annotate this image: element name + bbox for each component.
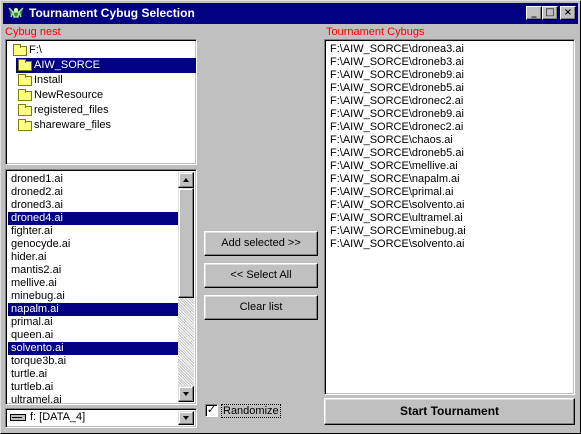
file-list-item[interactable]: torque3b.ai [8,355,178,368]
tournament-list-item[interactable]: F:\AIW_SORCE\mellive.ai [327,160,572,173]
tournament-list-item[interactable]: F:\AIW_SORCE\dronec2.ai [327,95,572,108]
file-list-item[interactable]: genocyde.ai [8,238,178,251]
scroll-thumb[interactable] [178,188,194,298]
dir-item-label: AIW_SORCE [34,59,101,71]
tournament-list-item[interactable]: F:\AIW_SORCE\droneb5.ai [327,147,572,160]
window-title: Tournament Cybug Selection [29,6,195,20]
file-list-item[interactable]: mantis2.ai [8,264,178,277]
drive-dropdown-button[interactable] [178,411,194,425]
tournament-list-item[interactable]: F:\AIW_SORCE\droneb9.ai [327,69,572,82]
folder-icon [18,119,32,131]
tournament-list-item[interactable]: F:\AIW_SORCE\solvento.ai [327,238,572,251]
tournament-list-item[interactable]: F:\AIW_SORCE\droneb9.ai [327,108,572,121]
file-list-item[interactable]: napalm.ai [8,303,178,316]
clear-list-button[interactable]: Clear list [204,295,318,320]
title-bar[interactable]: Tournament Cybug Selection _ □ × [3,3,578,24]
dropdown-arrow-icon [183,416,189,420]
tournament-list-item[interactable]: F:\AIW_SORCE\dronec2.ai [327,121,572,134]
dir-item-registered-files[interactable]: registered_files [16,103,113,118]
folder-icon [18,74,32,86]
dir-item-label: registered_files [34,104,109,116]
drive-select-value: f: [DATA_4] [30,411,86,423]
directory-list[interactable]: F:\ AIW_SORCE Install NewResource regist… [5,39,197,165]
folder-icon [18,104,32,116]
file-list-item[interactable]: turtleb.ai [8,381,178,394]
dir-item-aiw-sorce[interactable]: AIW_SORCE [16,58,196,73]
file-list-item[interactable]: droned1.ai [8,173,178,186]
tournament-list-item[interactable]: F:\AIW_SORCE\droneb3.ai [327,56,572,69]
close-button[interactable]: × [560,6,576,20]
drive-icon [10,414,26,421]
tournament-list-item[interactable]: F:\AIW_SORCE\chaos.ai [327,134,572,147]
scroll-down-arrow-icon [183,392,189,396]
drive-select[interactable]: f: [DATA_4] [5,408,197,428]
close-icon: × [563,7,573,18]
scroll-up-button[interactable] [178,172,194,188]
select-all-button[interactable]: << Select All [204,263,318,288]
tournament-list-item[interactable]: F:\AIW_SORCE\ultramel.ai [327,212,572,225]
file-list-item[interactable]: ultramel.ai [8,394,178,404]
file-list-item[interactable]: droned3.ai [8,199,178,212]
tournament-list-item[interactable]: F:\AIW_SORCE\napalm.ai [327,173,572,186]
file-list-item[interactable]: minebug.ai [8,290,178,303]
dir-item-install[interactable]: Install [16,73,67,88]
file-list-item[interactable]: primal.ai [8,316,178,329]
add-selected-button[interactable]: Add selected >> [204,231,318,256]
dir-item-newresource[interactable]: NewResource [16,88,107,103]
file-list-item[interactable]: turtle.ai [8,368,178,381]
tournament-list-item[interactable]: F:\AIW_SORCE\primal.ai [327,186,572,199]
cybug-nest-label: Cybug nest [5,26,61,38]
minimize-button[interactable]: _ [526,6,542,20]
tournament-list-item[interactable]: F:\AIW_SORCE\solvento.ai [327,199,572,212]
folder-open-icon [18,59,32,71]
cybug-app-icon [7,5,25,21]
folder-icon [18,89,32,101]
tournament-window: Tournament Cybug Selection _ □ × Cybug n… [0,0,581,434]
randomize-label[interactable]: Randomize [221,404,281,418]
file-list-item[interactable]: queen.ai [8,329,178,342]
dir-item-label: Install [34,74,63,86]
cybug-file-list[interactable]: droned1.ai droned2.ai droned3.ai droned4.ai… [5,169,197,405]
file-list-item[interactable]: hider.ai [8,251,178,264]
scroll-down-button[interactable] [178,386,194,402]
tournament-list-item[interactable]: F:\AIW_SORCE\droneb5.ai [327,82,572,95]
minimize-icon: _ [531,7,537,18]
maximize-icon: □ [545,7,555,18]
dir-item-label: NewResource [34,89,104,101]
dir-item-shareware-files[interactable]: shareware_files [16,118,115,133]
tournament-list-items: F:\AIW_SORCE\dronea3.ai F:\AIW_SORCE\dron… [327,43,572,251]
folder-open-icon [13,44,27,56]
dir-item-root[interactable]: F:\ [11,43,46,58]
dir-item-label: shareware_files [34,119,112,131]
dir-item-label: F:\ [29,44,42,56]
randomize-checkbox[interactable]: ✓ [205,404,218,417]
tournament-cybug-list[interactable]: F:\AIW_SORCE\dronea3.ai F:\AIW_SORCE\dron… [324,39,575,395]
file-list-item[interactable]: droned4.ai [8,212,178,225]
maximize-button[interactable]: □ [542,6,558,20]
file-list-scrollbar[interactable] [178,172,194,402]
tournament-list-item[interactable]: F:\AIW_SORCE\dronea3.ai [327,43,572,56]
file-list-item[interactable]: fighter.ai [8,225,178,238]
tournament-list-item[interactable]: F:\AIW_SORCE\minebug.ai [327,225,572,238]
file-list-item[interactable]: mellive.ai [8,277,178,290]
file-list-items: droned1.ai droned2.ai droned3.ai droned4.ai… [8,173,178,404]
start-tournament-button[interactable]: Start Tournament [324,398,575,425]
tournament-cybugs-label: Tournament Cybugs [326,26,425,38]
scroll-up-arrow-icon [183,178,189,182]
file-list-item[interactable]: solvento.ai [8,342,178,355]
check-mark-icon: ✓ [206,404,217,416]
file-list-item[interactable]: droned2.ai [8,186,178,199]
